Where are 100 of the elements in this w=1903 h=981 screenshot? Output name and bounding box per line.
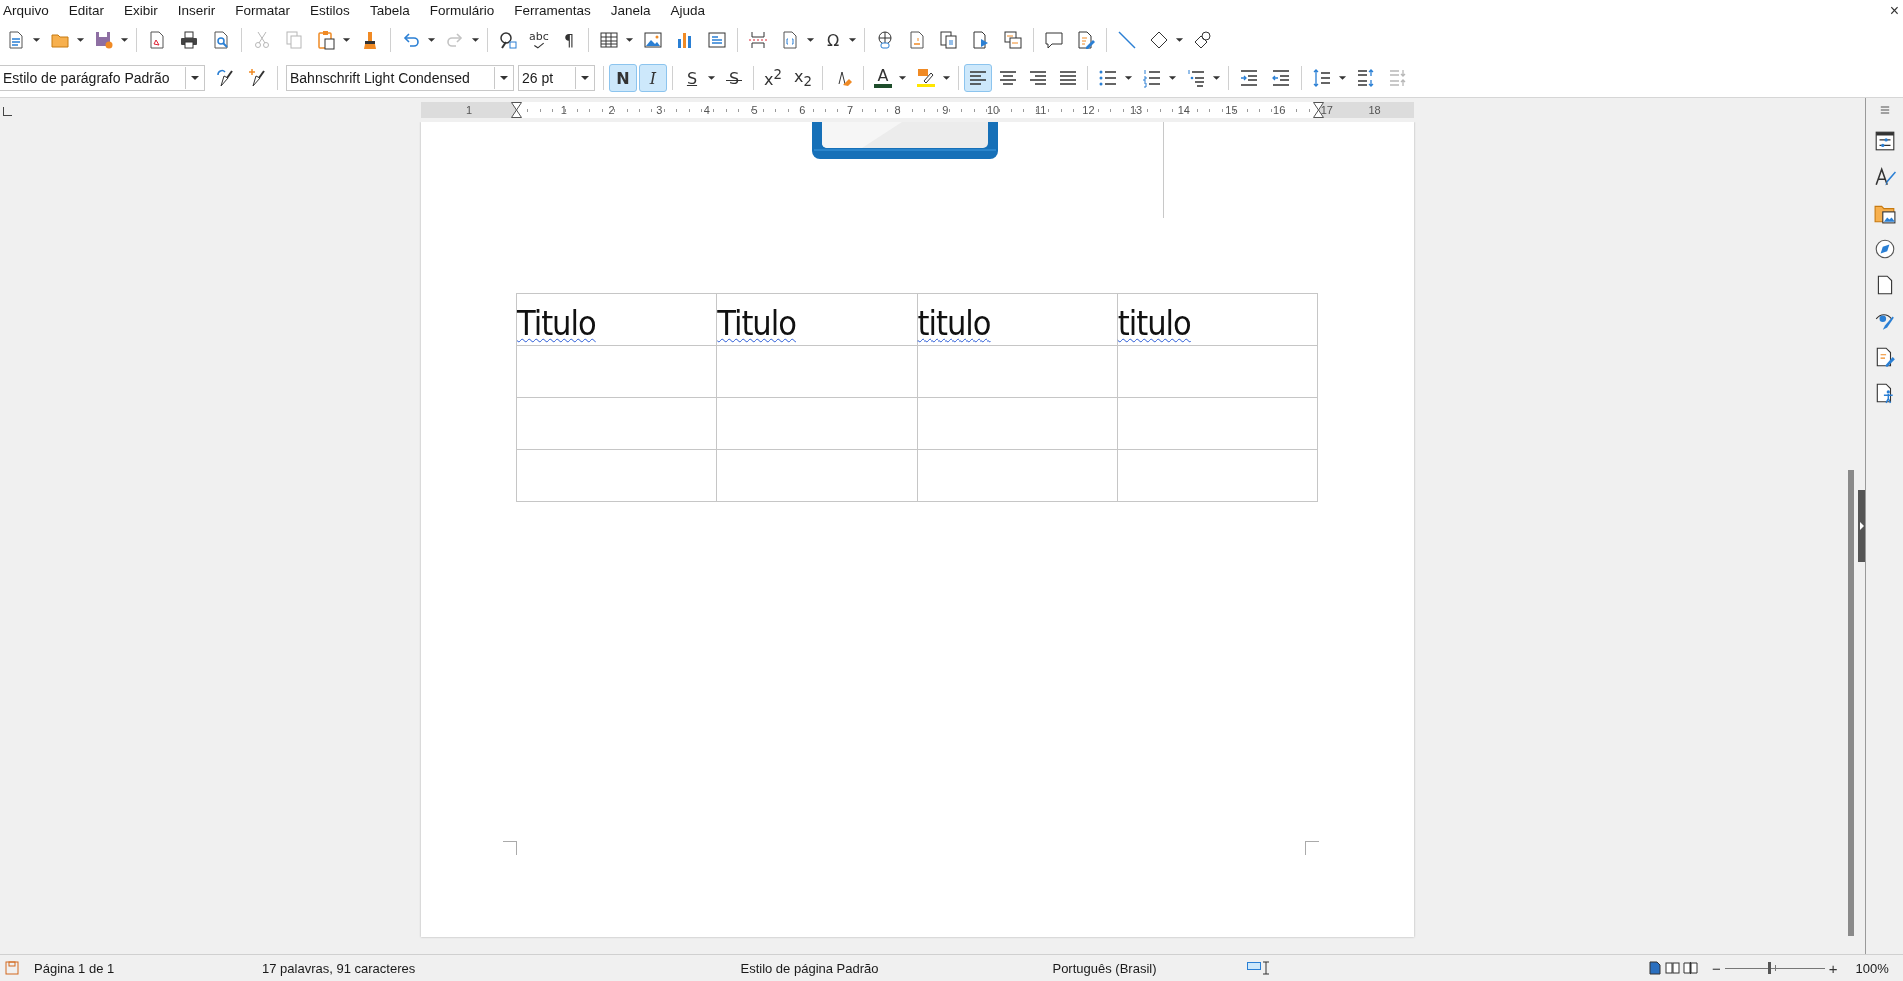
page-break-icon[interactable]: [748, 30, 768, 50]
dropdown-arrow-icon[interactable]: [625, 37, 634, 43]
menu-item[interactable]: Arquivo: [0, 0, 58, 21]
edit-document-icon[interactable]: [1076, 30, 1096, 50]
table-cell[interactable]: [917, 345, 1118, 398]
dropdown-arrow-icon[interactable]: [898, 75, 907, 81]
new-style-icon[interactable]: [247, 68, 267, 88]
text-cursor-icon[interactable]: [1263, 961, 1269, 975]
dropdown-arrow-icon[interactable]: [1175, 37, 1184, 43]
paragraph-style-field[interactable]: Estilo de parágrafo Padrão: [0, 65, 205, 91]
indent-marker[interactable]: [511, 102, 522, 118]
menu-item[interactable]: Ajuda: [667, 0, 715, 21]
multi-page-view-icon[interactable]: [1665, 961, 1680, 975]
table-cell[interactable]: [516, 345, 717, 398]
dropdown-arrow-icon[interactable]: [32, 37, 41, 43]
dropdown-arrow-icon[interactable]: [1212, 75, 1221, 81]
book-view-icon[interactable]: [1683, 961, 1698, 975]
clipboard-icon[interactable]: [316, 30, 336, 50]
styles-icon[interactable]: [1873, 166, 1896, 188]
endnote-icon[interactable]: [939, 30, 959, 50]
close-button[interactable]: ×: [1889, 1, 1899, 20]
table-cell[interactable]: titulo: [1117, 293, 1318, 346]
font-size-field[interactable]: 26 pt: [518, 65, 595, 91]
table-cell[interactable]: [516, 449, 717, 502]
subscript-button[interactable]: x$_{2}$: [789, 64, 817, 92]
dropdown-arrow-icon[interactable]: [1338, 75, 1347, 81]
menu-item[interactable]: Exibir: [121, 0, 167, 21]
table-cell[interactable]: Titulo: [516, 293, 717, 346]
find-replace-icon[interactable]: [498, 30, 518, 50]
dropdown-arrow-icon[interactable]: [342, 37, 351, 43]
caret-icon[interactable]: [190, 75, 200, 81]
document-icon[interactable]: [6, 30, 26, 50]
page-style-status[interactable]: Estilo de página Padrão: [657, 960, 962, 976]
language-status[interactable]: Português (Brasil): [962, 960, 1247, 976]
menu-item[interactable]: Tabela: [366, 0, 419, 21]
table-cell[interactable]: [917, 397, 1118, 450]
increase-paragraph-spacing-icon[interactable]: [1356, 68, 1376, 88]
dropdown-arrow-icon[interactable]: [120, 37, 129, 43]
zoom-in-button[interactable]: +: [1828, 959, 1838, 977]
table-cell[interactable]: [716, 449, 917, 502]
italic-button[interactable]: I: [639, 64, 667, 92]
outline-list-icon[interactable]: [1186, 68, 1206, 88]
menu-item[interactable]: Formulário: [426, 0, 504, 21]
table-cell[interactable]: titulo: [917, 293, 1118, 346]
globe-link-icon[interactable]: [875, 30, 895, 50]
pdf-export-icon[interactable]: [147, 30, 167, 50]
update-style-icon[interactable]: [215, 68, 235, 88]
table-cell[interactable]: [1117, 397, 1318, 450]
zoom-out-button[interactable]: −: [1712, 959, 1721, 977]
font-name-field[interactable]: Bahnschrift Light Condensed: [286, 65, 514, 91]
underline-button[interactable]: S: [678, 64, 706, 92]
page-number-status[interactable]: Página 1 de 1: [24, 960, 259, 976]
sidebar-handle[interactable]: [1858, 490, 1865, 562]
print-preview-icon[interactable]: [211, 30, 231, 50]
dropdown-arrow-icon[interactable]: [1168, 75, 1177, 81]
speech-bubble-icon[interactable]: [1044, 30, 1064, 50]
table-cell[interactable]: [716, 397, 917, 450]
dropdown-arrow-icon[interactable]: [76, 37, 85, 43]
menu-item[interactable]: Ferramentas: [511, 0, 600, 21]
single-page-view-icon[interactable]: [1647, 961, 1662, 975]
printer-icon[interactable]: [179, 30, 199, 50]
shapes-icon[interactable]: [1193, 30, 1213, 50]
selection-mode-icon[interactable]: [1247, 961, 1261, 971]
table-cell[interactable]: [917, 449, 1118, 502]
menu-item[interactable]: Editar: [65, 0, 114, 21]
dropdown-arrow-icon[interactable]: [1124, 75, 1133, 81]
compass-icon[interactable]: [1873, 238, 1896, 260]
highlighter-icon[interactable]: [916, 68, 936, 88]
formatting-marks-button[interactable]: ¶: [555, 26, 583, 54]
table-cell[interactable]: Titulo: [716, 293, 917, 346]
zoom-level[interactable]: 100%: [1855, 960, 1891, 976]
dropdown-arrow-icon[interactable]: [848, 37, 857, 43]
cross-reference-icon[interactable]: [1003, 30, 1023, 50]
diamond-icon[interactable]: [1149, 30, 1169, 50]
dropdown-arrow-icon[interactable]: [427, 37, 436, 43]
spelling-button[interactable]: abc: [525, 26, 553, 54]
dropdown-arrow-icon[interactable]: [942, 75, 951, 81]
table-icon[interactable]: [599, 30, 619, 50]
ruler[interactable]: 1 1 2 3 4 5 6 7 8 9 10 11 12 13 14 15 16 17 18: [421, 102, 1414, 118]
line-spacing-icon[interactable]: [1312, 68, 1332, 88]
slider-thumb[interactable]: [1767, 962, 1771, 974]
special-character-button[interactable]: Ω: [819, 26, 847, 54]
image-icon[interactable]: [643, 30, 663, 50]
font-color-button[interactable]: A: [869, 64, 897, 92]
text-box-icon[interactable]: [707, 30, 727, 50]
menu-item[interactable]: Inserir: [174, 0, 225, 21]
scrollbar-thumb[interactable]: [1848, 470, 1854, 936]
superscript-button[interactable]: x$^{2}$: [759, 64, 787, 92]
menu-item[interactable]: Estilos: [307, 0, 359, 21]
caret-icon[interactable]: [580, 75, 590, 81]
table-cell[interactable]: [1117, 449, 1318, 502]
table-cell[interactable]: [516, 397, 717, 450]
bold-button[interactable]: N: [609, 64, 637, 92]
dropdown-arrow-icon[interactable]: [707, 75, 716, 81]
floppy-disk-icon[interactable]: [94, 30, 114, 50]
caret-icon[interactable]: [499, 75, 509, 81]
dropdown-arrow-icon[interactable]: [806, 37, 815, 43]
field-icon[interactable]: [780, 30, 800, 50]
word-count-status[interactable]: 17 palavras, 91 caracteres: [259, 960, 657, 976]
decrease-indent-icon[interactable]: [1271, 68, 1291, 88]
